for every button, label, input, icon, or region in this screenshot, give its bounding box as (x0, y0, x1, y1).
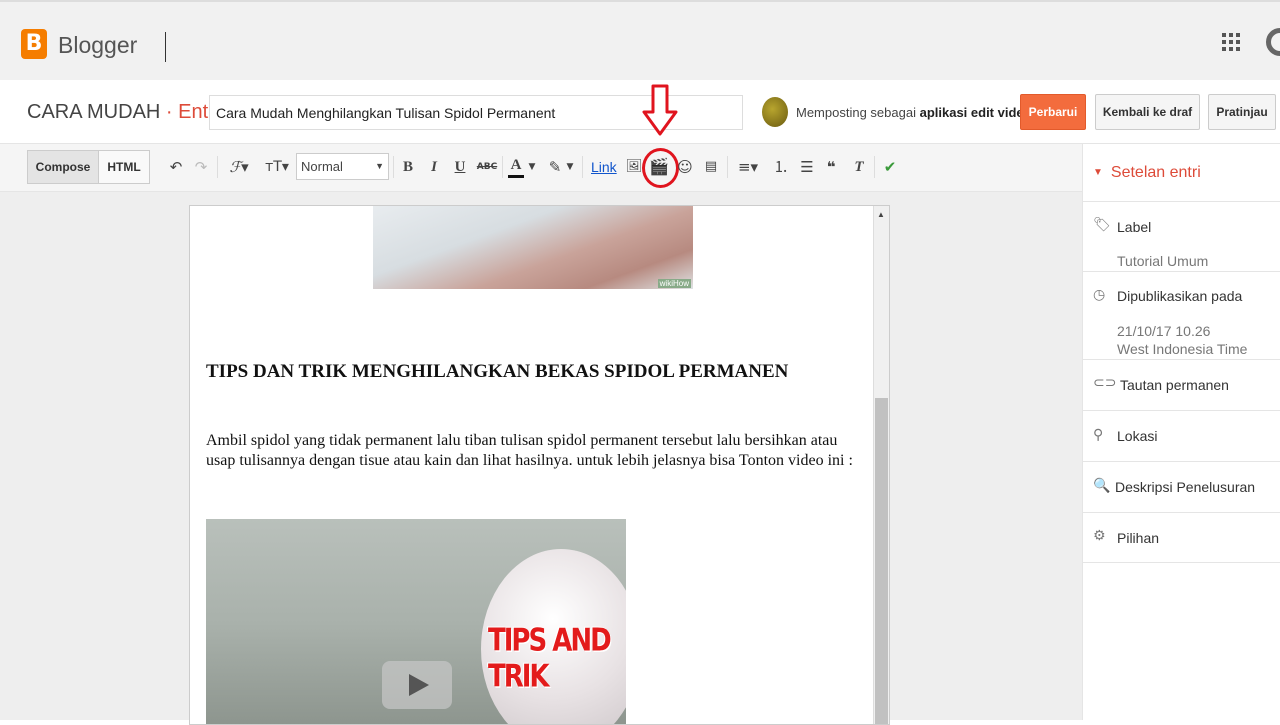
toolbar-divider (217, 156, 218, 178)
bullet-list-icon[interactable]: ☰ (798, 156, 816, 178)
published-title: Dipublikasikan pada (1117, 288, 1243, 304)
bold-button[interactable]: B (400, 156, 416, 178)
posting-as-prefix: Memposting sebagai (796, 105, 916, 120)
font-family-icon[interactable]: ℱ▾ (222, 156, 256, 178)
paragraph-style-select[interactable]: Normal ▼ (296, 153, 389, 180)
editor-scrollbar[interactable]: ▲ (873, 206, 889, 724)
emoji-icon[interactable]: ☺ (676, 156, 694, 178)
text-color-button[interactable]: A (508, 156, 524, 178)
account-icon[interactable] (1266, 28, 1280, 56)
quote-icon[interactable]: ❝ (822, 156, 840, 178)
paragraph-style-value: Normal (301, 159, 343, 174)
post-heading: TIPS DAN TRIK MENGHILANGKAN BEKAS SPIDOL… (206, 361, 789, 382)
editor-area: wikiHow TIPS DAN TRIK MENGHILANGKAN BEKA… (0, 192, 1082, 725)
post-body-editor[interactable]: wikiHow TIPS DAN TRIK MENGHILANGKAN BEKA… (189, 205, 890, 725)
video-overlay-text: TIPS AND TRIK (488, 623, 612, 695)
breadcrumb-separator: · (165, 101, 173, 123)
top-bar: B Blogger (0, 0, 1280, 80)
toolbar-divider (502, 156, 503, 178)
tag-icon: 🏷 (1093, 217, 1111, 233)
font-size-icon[interactable]: тT▾ (260, 156, 294, 178)
location-pin-icon: ⚲ (1093, 427, 1104, 443)
spellcheck-icon[interactable]: ✔ (880, 156, 900, 178)
post-header: CARA MUDAH · Entri Memposting sebagai ap… (0, 80, 1280, 144)
breadcrumb: CARA MUDAH · Entri (27, 101, 219, 124)
posting-as-name: aplikasi edit video (919, 105, 1032, 120)
blog-name[interactable]: CARA MUDAH (27, 101, 160, 123)
back-to-draft-button[interactable]: Kembali ke draf (1095, 94, 1200, 130)
collapse-triangle-icon: ▼ (1093, 167, 1103, 178)
avatar (762, 97, 788, 127)
chevron-down-icon[interactable]: ▼ (564, 156, 576, 178)
sidebar-item-options[interactable]: ⚙ Pilihan (1083, 512, 1280, 563)
link-icon: ⊂⊃ (1093, 375, 1117, 391)
insert-link-button[interactable]: Link (591, 156, 617, 178)
italic-button[interactable]: I (426, 156, 442, 178)
toolbar-divider (727, 156, 728, 178)
editor-toolbar: Compose HTML ↶ ↷ ℱ▾ тT▾ Normal ▼ B I U A… (0, 144, 1082, 192)
post-paragraph: Ambil spidol yang tidak permanent lalu t… (206, 432, 853, 469)
gear-icon: ⚙ (1093, 528, 1106, 544)
scroll-thumb[interactable] (875, 398, 888, 724)
sidebar-item-search-description[interactable]: 🔍 Deskripsi Penelusuran (1083, 461, 1280, 512)
red-arrow-annotation (642, 84, 678, 136)
insert-image-icon[interactable]: 🖼 (624, 156, 644, 178)
blogger-logo-icon[interactable]: B (21, 29, 47, 59)
image-watermark: wikiHow (657, 279, 691, 288)
clear-formatting-icon[interactable]: T (850, 156, 868, 178)
update-button[interactable]: Perbarui (1020, 94, 1086, 130)
posting-as: Memposting sebagai aplikasi edit video (796, 105, 1032, 120)
apps-grid-icon[interactable] (1222, 33, 1240, 51)
underline-button[interactable]: U (452, 156, 468, 178)
toolbar-divider (393, 156, 394, 178)
chevron-down-icon: ▼ (375, 161, 384, 171)
video-highlight-circle (642, 148, 679, 188)
scroll-up-icon[interactable]: ▲ (877, 210, 885, 219)
post-settings-header[interactable]: ▼ Setelan entri (1093, 164, 1201, 182)
preview-button[interactable]: Pratinjau (1208, 94, 1276, 130)
jump-break-icon[interactable]: ▤ (702, 156, 720, 178)
app-name[interactable]: Blogger (58, 32, 137, 59)
post-settings-title: Setelan entri (1110, 164, 1201, 181)
redo-icon[interactable]: ↷ (191, 156, 211, 178)
header-divider (165, 32, 166, 62)
embedded-video[interactable]: TIPS AND TRIK (206, 519, 626, 724)
sidebar-item-label[interactable]: 🏷 Label Tutorial Umum (1083, 201, 1280, 271)
published-timezone: West Indonesia Time (1117, 341, 1248, 357)
toolbar-divider (874, 156, 875, 178)
label-title: Label (1117, 219, 1152, 235)
sidebar-item-permalink[interactable]: ⊂⊃ Tautan permanen (1083, 359, 1280, 410)
numbered-list-icon[interactable]: ⒈ (772, 156, 790, 178)
html-mode-button[interactable]: HTML (98, 150, 150, 184)
options-title: Pilihan (1117, 530, 1160, 546)
sidebar-item-published[interactable]: ◷ Dipublikasikan pada 21/10/17 10.26 Wes… (1083, 271, 1280, 359)
compose-mode-button[interactable]: Compose (27, 150, 99, 184)
permalink-title: Tautan permanen (1120, 377, 1229, 393)
undo-icon[interactable]: ↶ (166, 156, 186, 178)
label-value: Tutorial Umum (1117, 253, 1209, 269)
post-image[interactable]: wikiHow (373, 206, 693, 289)
toolbar-divider (582, 156, 583, 178)
chevron-down-icon[interactable]: ▼ (526, 156, 538, 178)
search-icon: 🔍 (1093, 478, 1111, 494)
search-description-title: Deskripsi Penelusuran (1115, 479, 1256, 495)
published-date: 21/10/17 10.26 (1117, 323, 1211, 339)
sidebar-item-location[interactable]: ⚲ Lokasi (1083, 410, 1280, 461)
post-settings-sidebar: ▼ Setelan entri 🏷 Label Tutorial Umum ◷ D… (1082, 144, 1280, 720)
clock-icon: ◷ (1093, 287, 1106, 303)
play-icon[interactable] (382, 661, 452, 709)
highlight-color-icon[interactable]: ✎ (546, 156, 564, 178)
location-title: Lokasi (1117, 428, 1158, 444)
strikethrough-button[interactable]: ABC (476, 156, 498, 178)
align-icon[interactable]: ≡▾ (734, 156, 762, 178)
